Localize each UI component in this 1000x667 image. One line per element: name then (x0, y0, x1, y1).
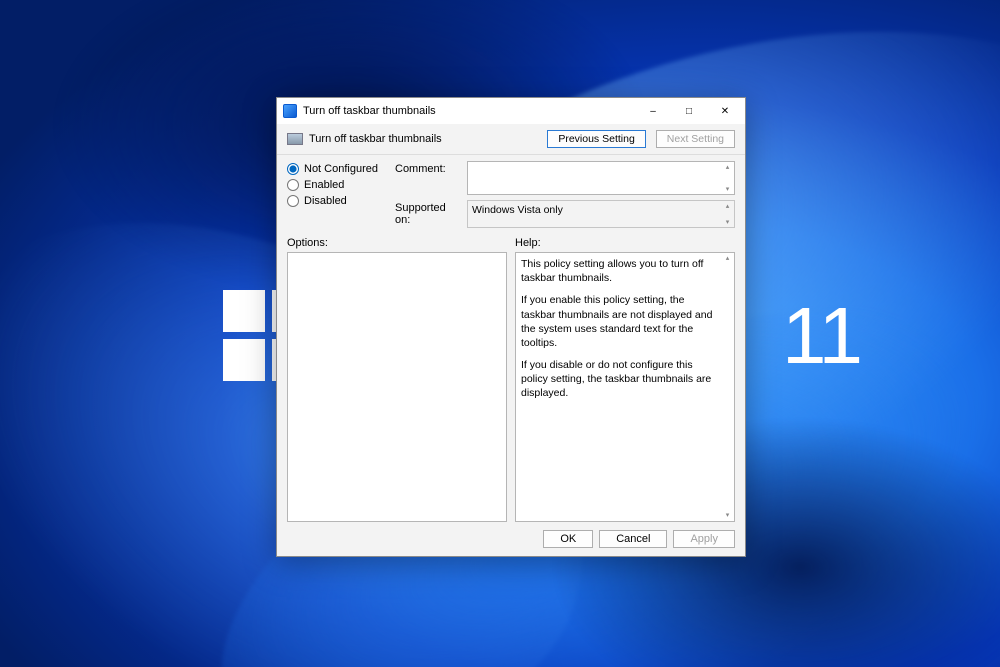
maximize-button[interactable]: □ (671, 98, 707, 124)
radio-enabled-label: Enabled (304, 179, 344, 191)
radio-disabled-label: Disabled (304, 195, 347, 207)
titlebar-icon (283, 104, 297, 118)
policy-icon (287, 133, 303, 145)
help-text-1: This policy setting allows you to turn o… (521, 257, 720, 285)
apply-button[interactable]: Apply (673, 530, 735, 548)
dialog-footer: OK Cancel Apply (277, 522, 745, 556)
comment-label: Comment: (395, 161, 461, 175)
radio-disabled[interactable]: Disabled (287, 195, 387, 207)
supported-scroll-icon: ▴▾ (722, 202, 733, 226)
policy-title: Turn off taskbar thumbnails (309, 133, 537, 145)
supported-field: Windows Vista only ▴▾ (467, 200, 735, 228)
close-button[interactable]: ✕ (707, 98, 743, 124)
radio-enabled-input[interactable] (287, 179, 299, 191)
help-text-2: If you enable this policy setting, the t… (521, 293, 720, 350)
subheader: Turn off taskbar thumbnails Previous Set… (277, 124, 745, 155)
ok-button[interactable]: OK (543, 530, 593, 548)
supported-value: Windows Vista only (472, 204, 563, 216)
previous-setting-button[interactable]: Previous Setting (547, 130, 645, 148)
help-scroll-icon: ▴▾ (722, 254, 733, 520)
radio-disabled-input[interactable] (287, 195, 299, 207)
windows-version-text: 11 (782, 296, 861, 376)
policy-dialog: Turn off taskbar thumbnails – □ ✕ Turn o… (276, 97, 746, 557)
cancel-button[interactable]: Cancel (599, 530, 667, 548)
help-header: Help: (515, 237, 735, 249)
supported-label: Supported on: (395, 200, 461, 226)
radio-not-configured-input[interactable] (287, 163, 299, 175)
radio-enabled[interactable]: Enabled (287, 179, 387, 191)
next-setting-button[interactable]: Next Setting (656, 130, 735, 148)
state-comment-row: Not Configured Enabled Disabled Comment:… (277, 155, 745, 233)
help-text-3: If you disable or do not configure this … (521, 358, 720, 401)
state-radio-group: Not Configured Enabled Disabled (287, 161, 387, 233)
comment-scroll-icon: ▴▾ (722, 163, 733, 193)
minimize-button[interactable]: – (635, 98, 671, 124)
titlebar-title: Turn off taskbar thumbnails (303, 105, 635, 117)
options-help-row: Options: Help: This policy setting allow… (277, 233, 745, 522)
radio-not-configured-label: Not Configured (304, 163, 378, 175)
options-header: Options: (287, 237, 507, 249)
comment-field[interactable]: ▴▾ (467, 161, 735, 195)
options-panel[interactable] (287, 252, 507, 522)
radio-not-configured[interactable]: Not Configured (287, 163, 387, 175)
help-panel[interactable]: This policy setting allows you to turn o… (515, 252, 735, 522)
titlebar[interactable]: Turn off taskbar thumbnails – □ ✕ (277, 98, 745, 124)
